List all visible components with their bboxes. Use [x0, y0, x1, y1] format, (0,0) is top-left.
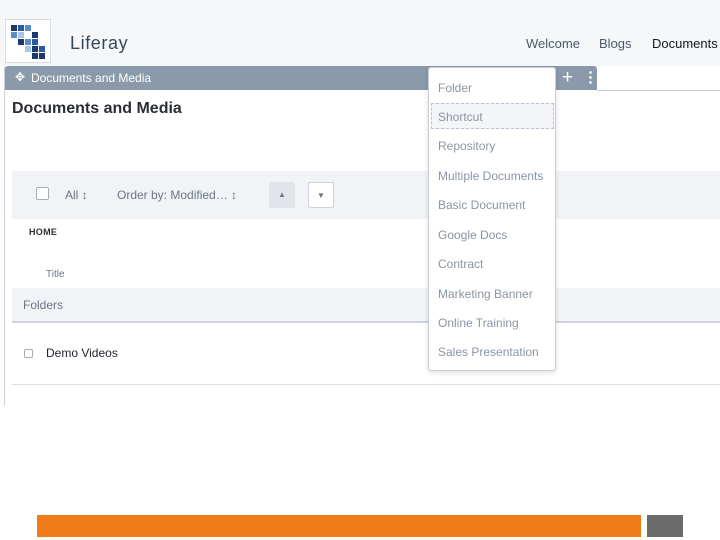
- logo-square: [39, 46, 45, 52]
- section-label: Folders: [23, 298, 64, 312]
- select-filter[interactable]: All ↕: [65, 188, 88, 202]
- menu-item-google-docs[interactable]: Google Docs: [438, 228, 507, 242]
- column-header-title[interactable]: Title: [46, 269, 65, 280]
- menu-item-multiple-documents[interactable]: Multiple Documents: [438, 169, 543, 183]
- options-icon[interactable]: ⋮: [583, 66, 598, 90]
- logo-square: [32, 53, 38, 59]
- logo-square: [18, 39, 24, 45]
- logo-square: [11, 25, 17, 31]
- menu-item-marketing-banner[interactable]: Marketing Banner: [438, 287, 533, 301]
- row-checkbox[interactable]: [24, 349, 33, 358]
- menu-item-online-training[interactable]: Online Training: [438, 316, 519, 330]
- folders-section-header: Folders: [12, 288, 720, 323]
- add-icon[interactable]: +: [562, 66, 573, 90]
- page-title: Documents and Media: [12, 100, 182, 117]
- folder-link[interactable]: Demo Videos: [46, 346, 118, 360]
- menu-item-folder[interactable]: Folder: [438, 81, 472, 95]
- divider: [597, 90, 720, 91]
- management-toolbar: All ↕ Order by: Modified… ↕ ▲ ▼: [12, 171, 720, 219]
- logo-square: [25, 46, 31, 52]
- breadcrumb[interactable]: HOME: [29, 227, 57, 237]
- divider: [12, 384, 720, 385]
- liferay-logo[interactable]: [5, 19, 51, 63]
- footer-accent-bar: [37, 515, 641, 537]
- menu-item-repository[interactable]: Repository: [438, 139, 495, 153]
- menu-item-sales-presentation[interactable]: Sales Presentation: [438, 345, 539, 359]
- logo-square: [32, 32, 38, 38]
- logo-square: [11, 32, 17, 38]
- logo-square: [32, 39, 38, 45]
- site-header: Liferay Welcome Blogs Documents: [0, 0, 720, 66]
- portlet-title: Documents and Media: [31, 71, 152, 85]
- logo-square: [18, 25, 24, 31]
- sort-ascending-button[interactable]: ▲: [269, 182, 295, 208]
- menu-item-shortcut[interactable]: Shortcut: [438, 110, 483, 124]
- nav-welcome[interactable]: Welcome: [526, 36, 580, 51]
- logo-square: [25, 25, 31, 31]
- select-all-checkbox[interactable]: [36, 187, 49, 200]
- logo-square: [25, 39, 31, 45]
- logo-square: [39, 53, 45, 59]
- footer-page-block: [647, 515, 683, 537]
- logo-square: [18, 32, 24, 38]
- add-menu-dropdown: Folder Shortcut Repository Multiple Docu…: [428, 67, 556, 371]
- site-name[interactable]: Liferay: [70, 33, 128, 54]
- menu-item-basic-document[interactable]: Basic Document: [438, 198, 525, 212]
- nav-documents[interactable]: Documents: [652, 36, 718, 51]
- sort-descending-button[interactable]: ▼: [308, 182, 334, 208]
- move-icon[interactable]: ✥: [15, 70, 25, 84]
- nav-blogs[interactable]: Blogs: [599, 36, 632, 51]
- page-border: [4, 66, 5, 406]
- menu-item-contract[interactable]: Contract: [438, 257, 483, 271]
- order-by-dropdown[interactable]: Order by: Modified… ↕: [117, 188, 237, 202]
- logo-square: [32, 46, 38, 52]
